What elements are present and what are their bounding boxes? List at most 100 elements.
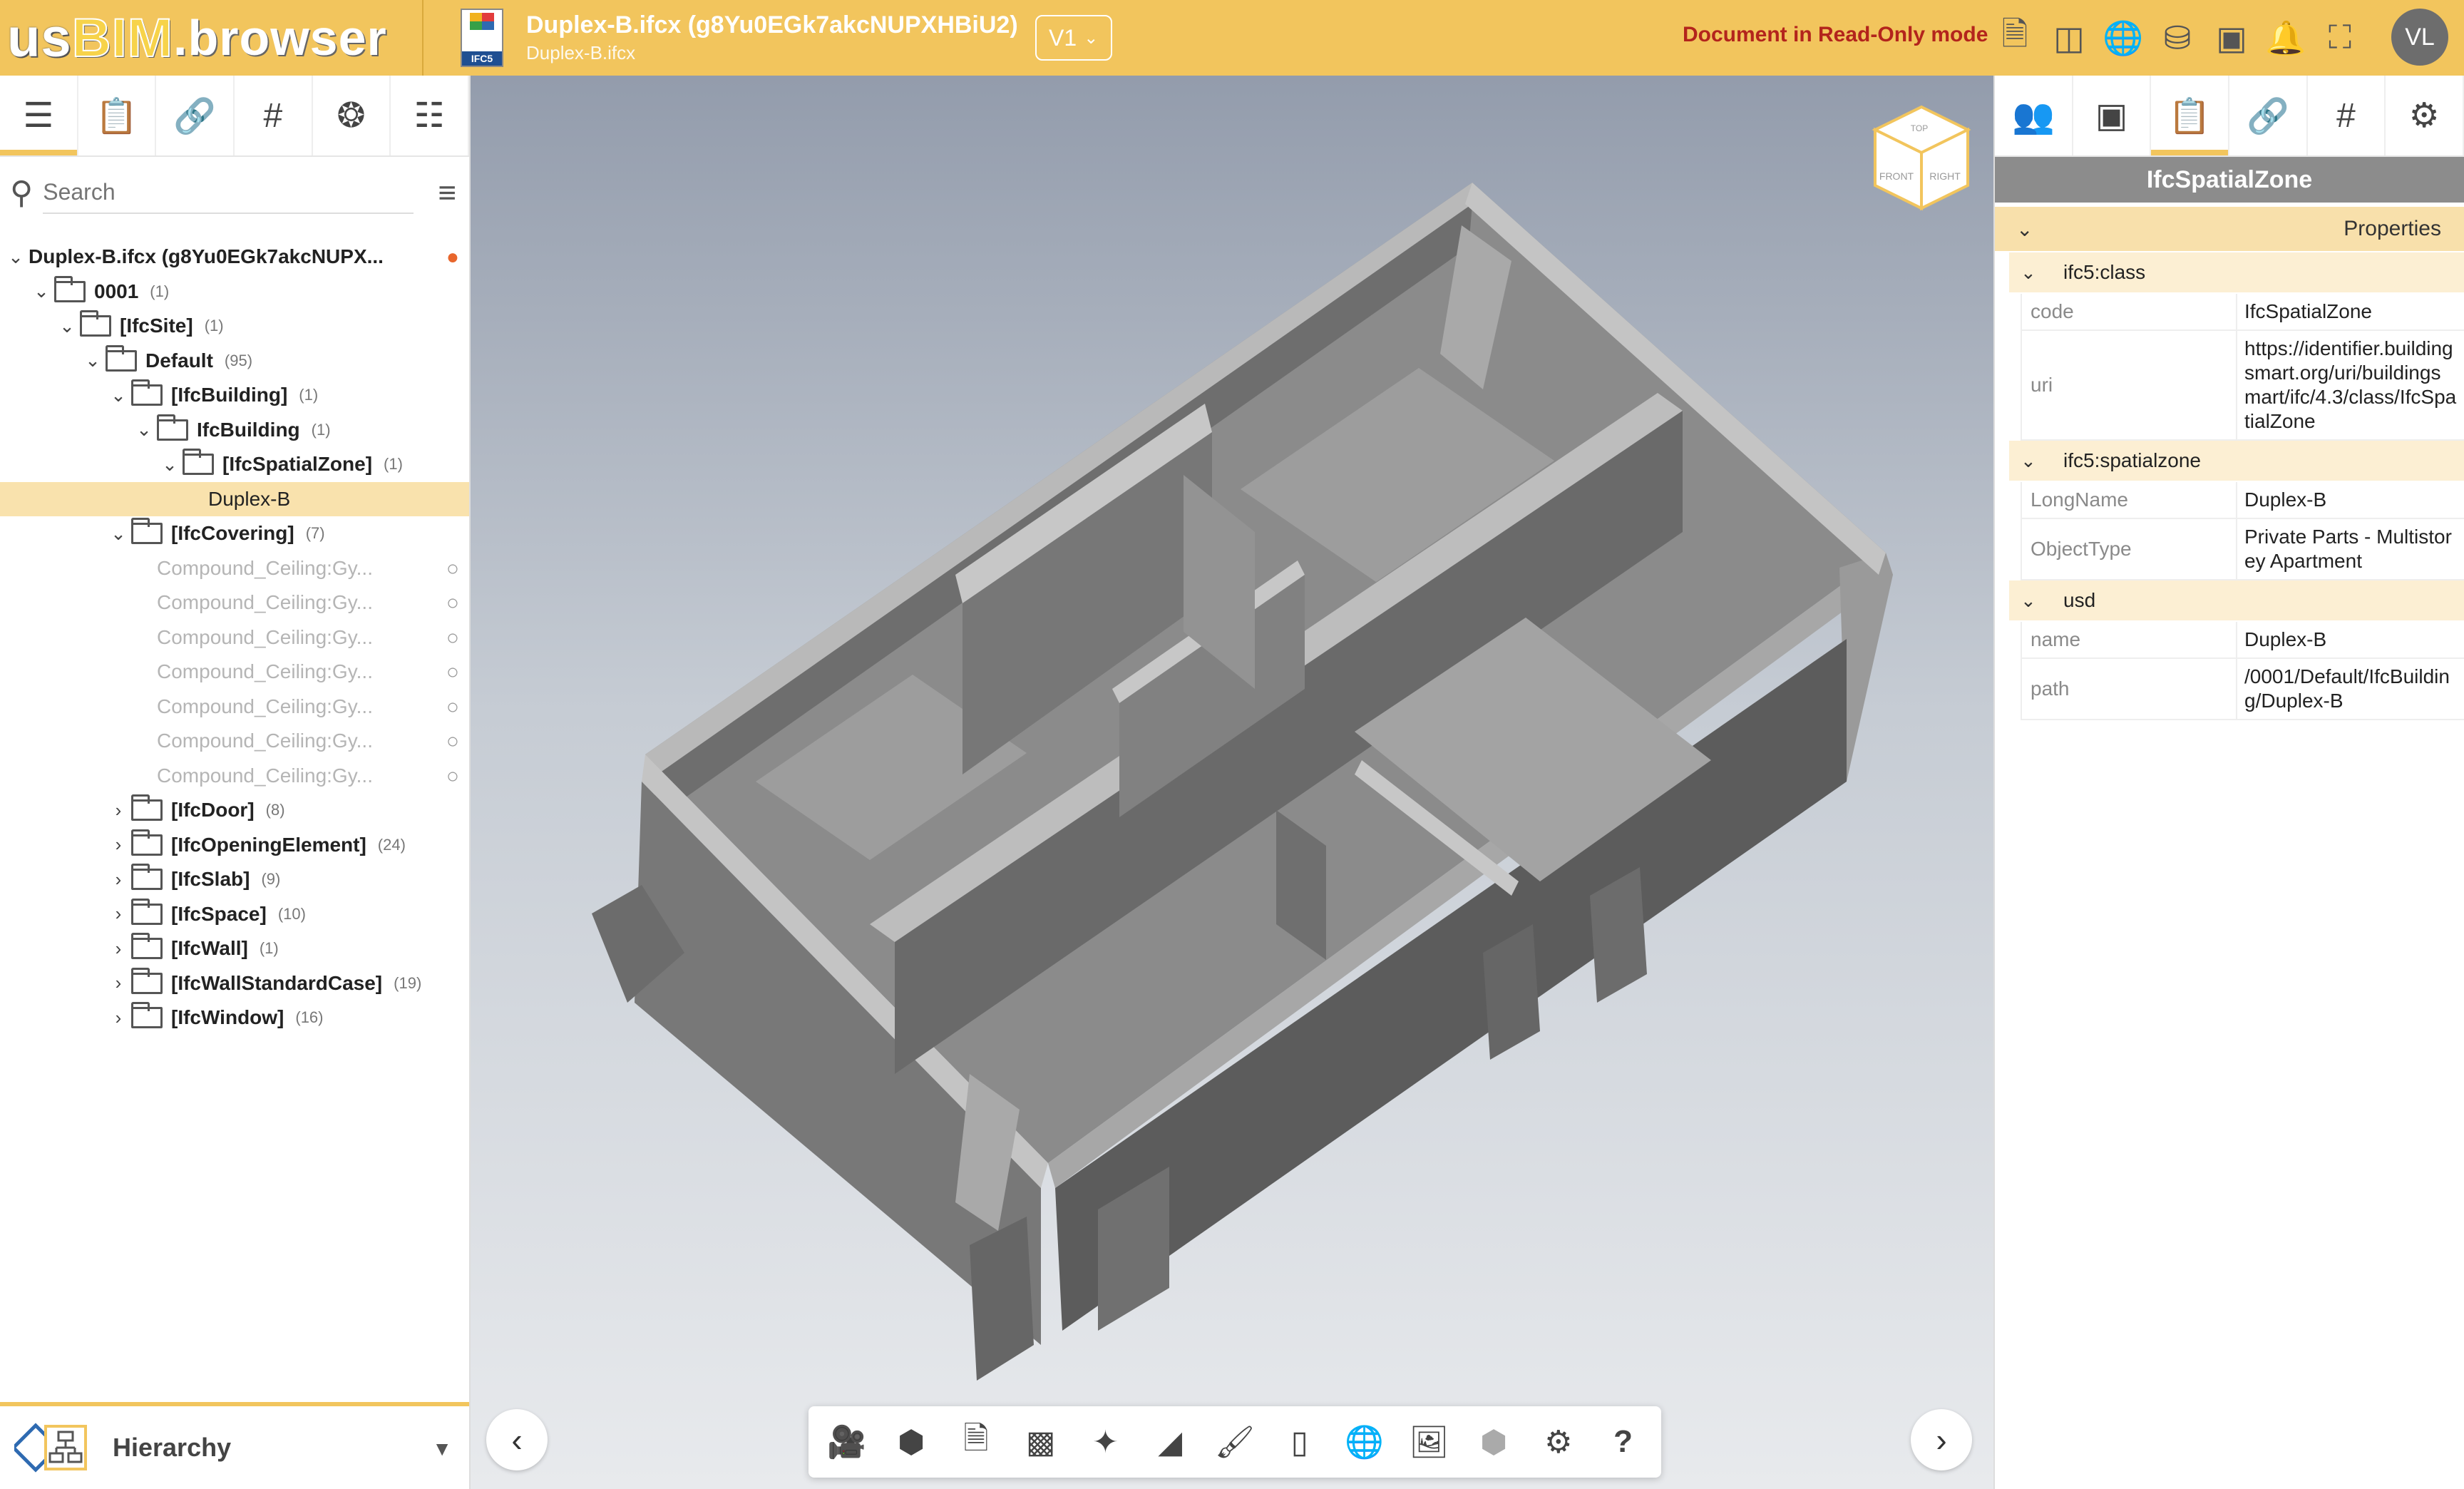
property-row: name Duplex-B xyxy=(2021,622,2464,659)
tree-row[interactable]: › [IfcWindow] (16) xyxy=(0,1001,469,1035)
chevron-right-icon[interactable]: › xyxy=(1911,1409,1972,1470)
lightbulb-icon[interactable]: ○ xyxy=(446,764,459,789)
image-icon[interactable]: 🖼 xyxy=(1402,1415,1456,1469)
tree-row-label: IfcBuilding xyxy=(197,418,300,441)
tree-row[interactable]: Compound_Ceiling:Gy... ○ xyxy=(0,759,469,794)
navcube-right-label[interactable]: RIGHT xyxy=(1929,170,1961,182)
navcube-top-label[interactable]: TOP xyxy=(1911,123,1928,133)
chevron-down-icon[interactable]: ⌄ xyxy=(157,454,183,476)
camera-icon[interactable]: 🎥 xyxy=(819,1415,873,1469)
section-box-icon[interactable]: ▩ xyxy=(1014,1415,1068,1469)
tree-row[interactable]: ⌄ [IfcSpatialZone] (1) xyxy=(0,447,469,482)
tab-people-icon[interactable]: 👥 xyxy=(1995,76,2073,155)
lightbulb-icon[interactable]: ○ xyxy=(446,660,459,685)
layers-icon[interactable]: ▣ xyxy=(2213,13,2250,63)
tab-tree-list-icon[interactable]: ☷ xyxy=(391,76,470,155)
lightbulb-icon[interactable]: ○ xyxy=(446,695,459,720)
axes-icon[interactable]: ✦ xyxy=(1078,1415,1132,1469)
usbim-logo[interactable]: us BIM .browser xyxy=(0,0,423,76)
chevron-right-icon[interactable]: › xyxy=(106,869,131,891)
cube-icon[interactable]: ⬢ xyxy=(884,1415,938,1469)
tree-row[interactable]: Compound_Ceiling:Gy... ○ xyxy=(0,655,469,690)
user-avatar[interactable]: VL xyxy=(2391,9,2448,66)
tree-row[interactable]: Compound_Ceiling:Gy... ○ xyxy=(0,690,469,725)
documents-icon[interactable]: 🗎 xyxy=(1996,13,2033,63)
chevron-down-icon[interactable]: ⌄ xyxy=(106,523,131,545)
tree-row[interactable]: Compound_Ceiling:Gy... ○ xyxy=(0,620,469,655)
hierarchy-selector[interactable]: Hierarchy ▼ xyxy=(0,1402,469,1489)
chevron-down-icon[interactable]: ⌄ xyxy=(106,384,131,406)
property-group-header[interactable]: ⌄ ifc5:class xyxy=(2009,252,2464,294)
chevron-down-icon[interactable]: ⌄ xyxy=(29,280,54,302)
settings-icon[interactable]: ⚙ xyxy=(1531,1415,1586,1469)
chevron-right-icon[interactable]: › xyxy=(106,1007,131,1029)
tab-aperture-icon[interactable]: ❂ xyxy=(313,76,391,155)
tree-row[interactable]: › [IfcSpace] (10) xyxy=(0,897,469,932)
tree-row[interactable]: ⌄ [IfcSite] (1) xyxy=(0,309,469,344)
tree-row[interactable]: ⌄ [IfcCovering] (7) xyxy=(0,516,469,551)
tree-row[interactable]: Compound_Ceiling:Gy... ○ xyxy=(0,724,469,759)
chevron-down-icon[interactable]: ⌄ xyxy=(80,349,106,372)
chevron-right-icon[interactable]: › xyxy=(106,799,131,822)
chevron-right-icon[interactable]: › xyxy=(106,903,131,925)
tree-row[interactable]: Compound_Ceiling:Gy... ○ xyxy=(0,551,469,586)
building-model[interactable] xyxy=(471,76,1993,1489)
measure-icon[interactable]: ◢ xyxy=(1143,1415,1197,1469)
chevron-down-icon[interactable]: ⌄ xyxy=(54,315,80,337)
properties-header[interactable]: ⌄ Properties xyxy=(1995,207,2464,252)
globe-icon[interactable]: 🌐 xyxy=(1338,1415,1392,1469)
database-icon[interactable]: ⛁ xyxy=(2159,13,2196,63)
property-group-header[interactable]: ⌄ usd xyxy=(2009,580,2464,622)
tab-hash-icon[interactable]: # xyxy=(2308,76,2386,155)
bell-icon[interactable]: 🔔 xyxy=(2265,13,2306,63)
tree-row[interactable]: › [IfcWall] (1) xyxy=(0,931,469,966)
lightbulb-icon[interactable]: ● xyxy=(446,245,459,270)
tree-row[interactable]: Compound_Ceiling:Gy... ○ xyxy=(0,585,469,620)
fullscreen-icon[interactable]: ⛶ xyxy=(2321,13,2358,63)
lightbulb-icon[interactable]: ○ xyxy=(446,730,459,754)
tab-link-icon[interactable]: 🔗 xyxy=(2229,76,2308,155)
brush-icon[interactable]: 🖌 xyxy=(1208,1415,1262,1469)
tab-gear-person-icon[interactable]: ⚙ xyxy=(2386,76,2464,155)
chevron-right-icon[interactable]: › xyxy=(106,972,131,994)
tree-row[interactable]: › [IfcOpeningElement] (24) xyxy=(0,828,469,863)
help-icon[interactable]: ? xyxy=(1596,1415,1651,1469)
tab-cursor-box-icon[interactable]: ▣ xyxy=(2073,76,2152,155)
filter-icon[interactable]: ≡ xyxy=(438,175,456,211)
lightbulb-icon[interactable]: ○ xyxy=(446,626,459,650)
chevron-right-icon[interactable]: › xyxy=(106,834,131,856)
chevron-down-icon[interactable]: ⌄ xyxy=(3,246,29,268)
pipe-icon[interactable]: ▯ xyxy=(1273,1415,1327,1469)
version-select[interactable]: V1 ⌄ xyxy=(1035,15,1112,61)
tab-hash-icon[interactable]: # xyxy=(235,76,313,155)
3d-viewer[interactable]: TOP FRONT RIGHT ‹ › 🎥 ⬢ 🗎 ▩ ✦ ◢ 🖌 ▯ 🌐 🖼 … xyxy=(471,76,1993,1489)
tab-link-icon[interactable]: 🔗 xyxy=(156,76,235,155)
tree-row[interactable]: › [IfcSlab] (9) xyxy=(0,862,469,897)
hatch-cube-icon[interactable]: ⬢ xyxy=(1467,1415,1521,1469)
tree-row[interactable]: ⌄ [IfcBuilding] (1) xyxy=(0,378,469,413)
tree-row[interactable]: Duplex-B xyxy=(0,481,469,516)
navcube-front-label[interactable]: FRONT xyxy=(1879,170,1914,182)
chevron-down-icon[interactable]: ⌄ xyxy=(131,419,157,441)
tab-checklist-icon[interactable]: 📋 xyxy=(78,76,157,155)
tree-row[interactable]: ⌄ IfcBuilding (1) xyxy=(0,413,469,448)
tab-hierarchy-icon[interactable]: ☰ xyxy=(0,76,78,155)
globe-icon[interactable]: 🌐 xyxy=(2103,13,2143,63)
chevron-left-icon[interactable]: ‹ xyxy=(486,1409,548,1470)
chevron-right-icon[interactable]: › xyxy=(106,938,131,960)
search-input[interactable] xyxy=(43,171,414,214)
compare-icon[interactable]: ◫ xyxy=(2050,13,2088,63)
lightbulb-icon[interactable]: ○ xyxy=(446,557,459,581)
tree-row[interactable]: › [IfcDoor] (8) xyxy=(0,793,469,828)
tree-row[interactable]: ⌄ Default (95) xyxy=(0,344,469,379)
tree-row-label: Compound_Ceiling:Gy... xyxy=(157,556,373,579)
tree-row-label: [IfcSpatialZone] xyxy=(222,453,373,476)
navigation-cube[interactable]: TOP FRONT RIGHT xyxy=(1868,101,1975,215)
lightbulb-icon[interactable]: ○ xyxy=(446,591,459,615)
tree-row[interactable]: ⌄ 0001 (1) xyxy=(0,275,469,309)
tree-row[interactable]: › [IfcWallStandardCase] (19) xyxy=(0,966,469,1001)
tree-row[interactable]: ⌄ Duplex-B.ifcx (g8Yu0EGk7akcNUPX... ● xyxy=(0,240,469,275)
document-pin-icon[interactable]: 🗎 xyxy=(949,1415,1003,1469)
property-group-header[interactable]: ⌄ ifc5:spatialzone xyxy=(2009,441,2464,482)
tab-checklist-icon[interactable]: 📋 xyxy=(2151,76,2230,155)
